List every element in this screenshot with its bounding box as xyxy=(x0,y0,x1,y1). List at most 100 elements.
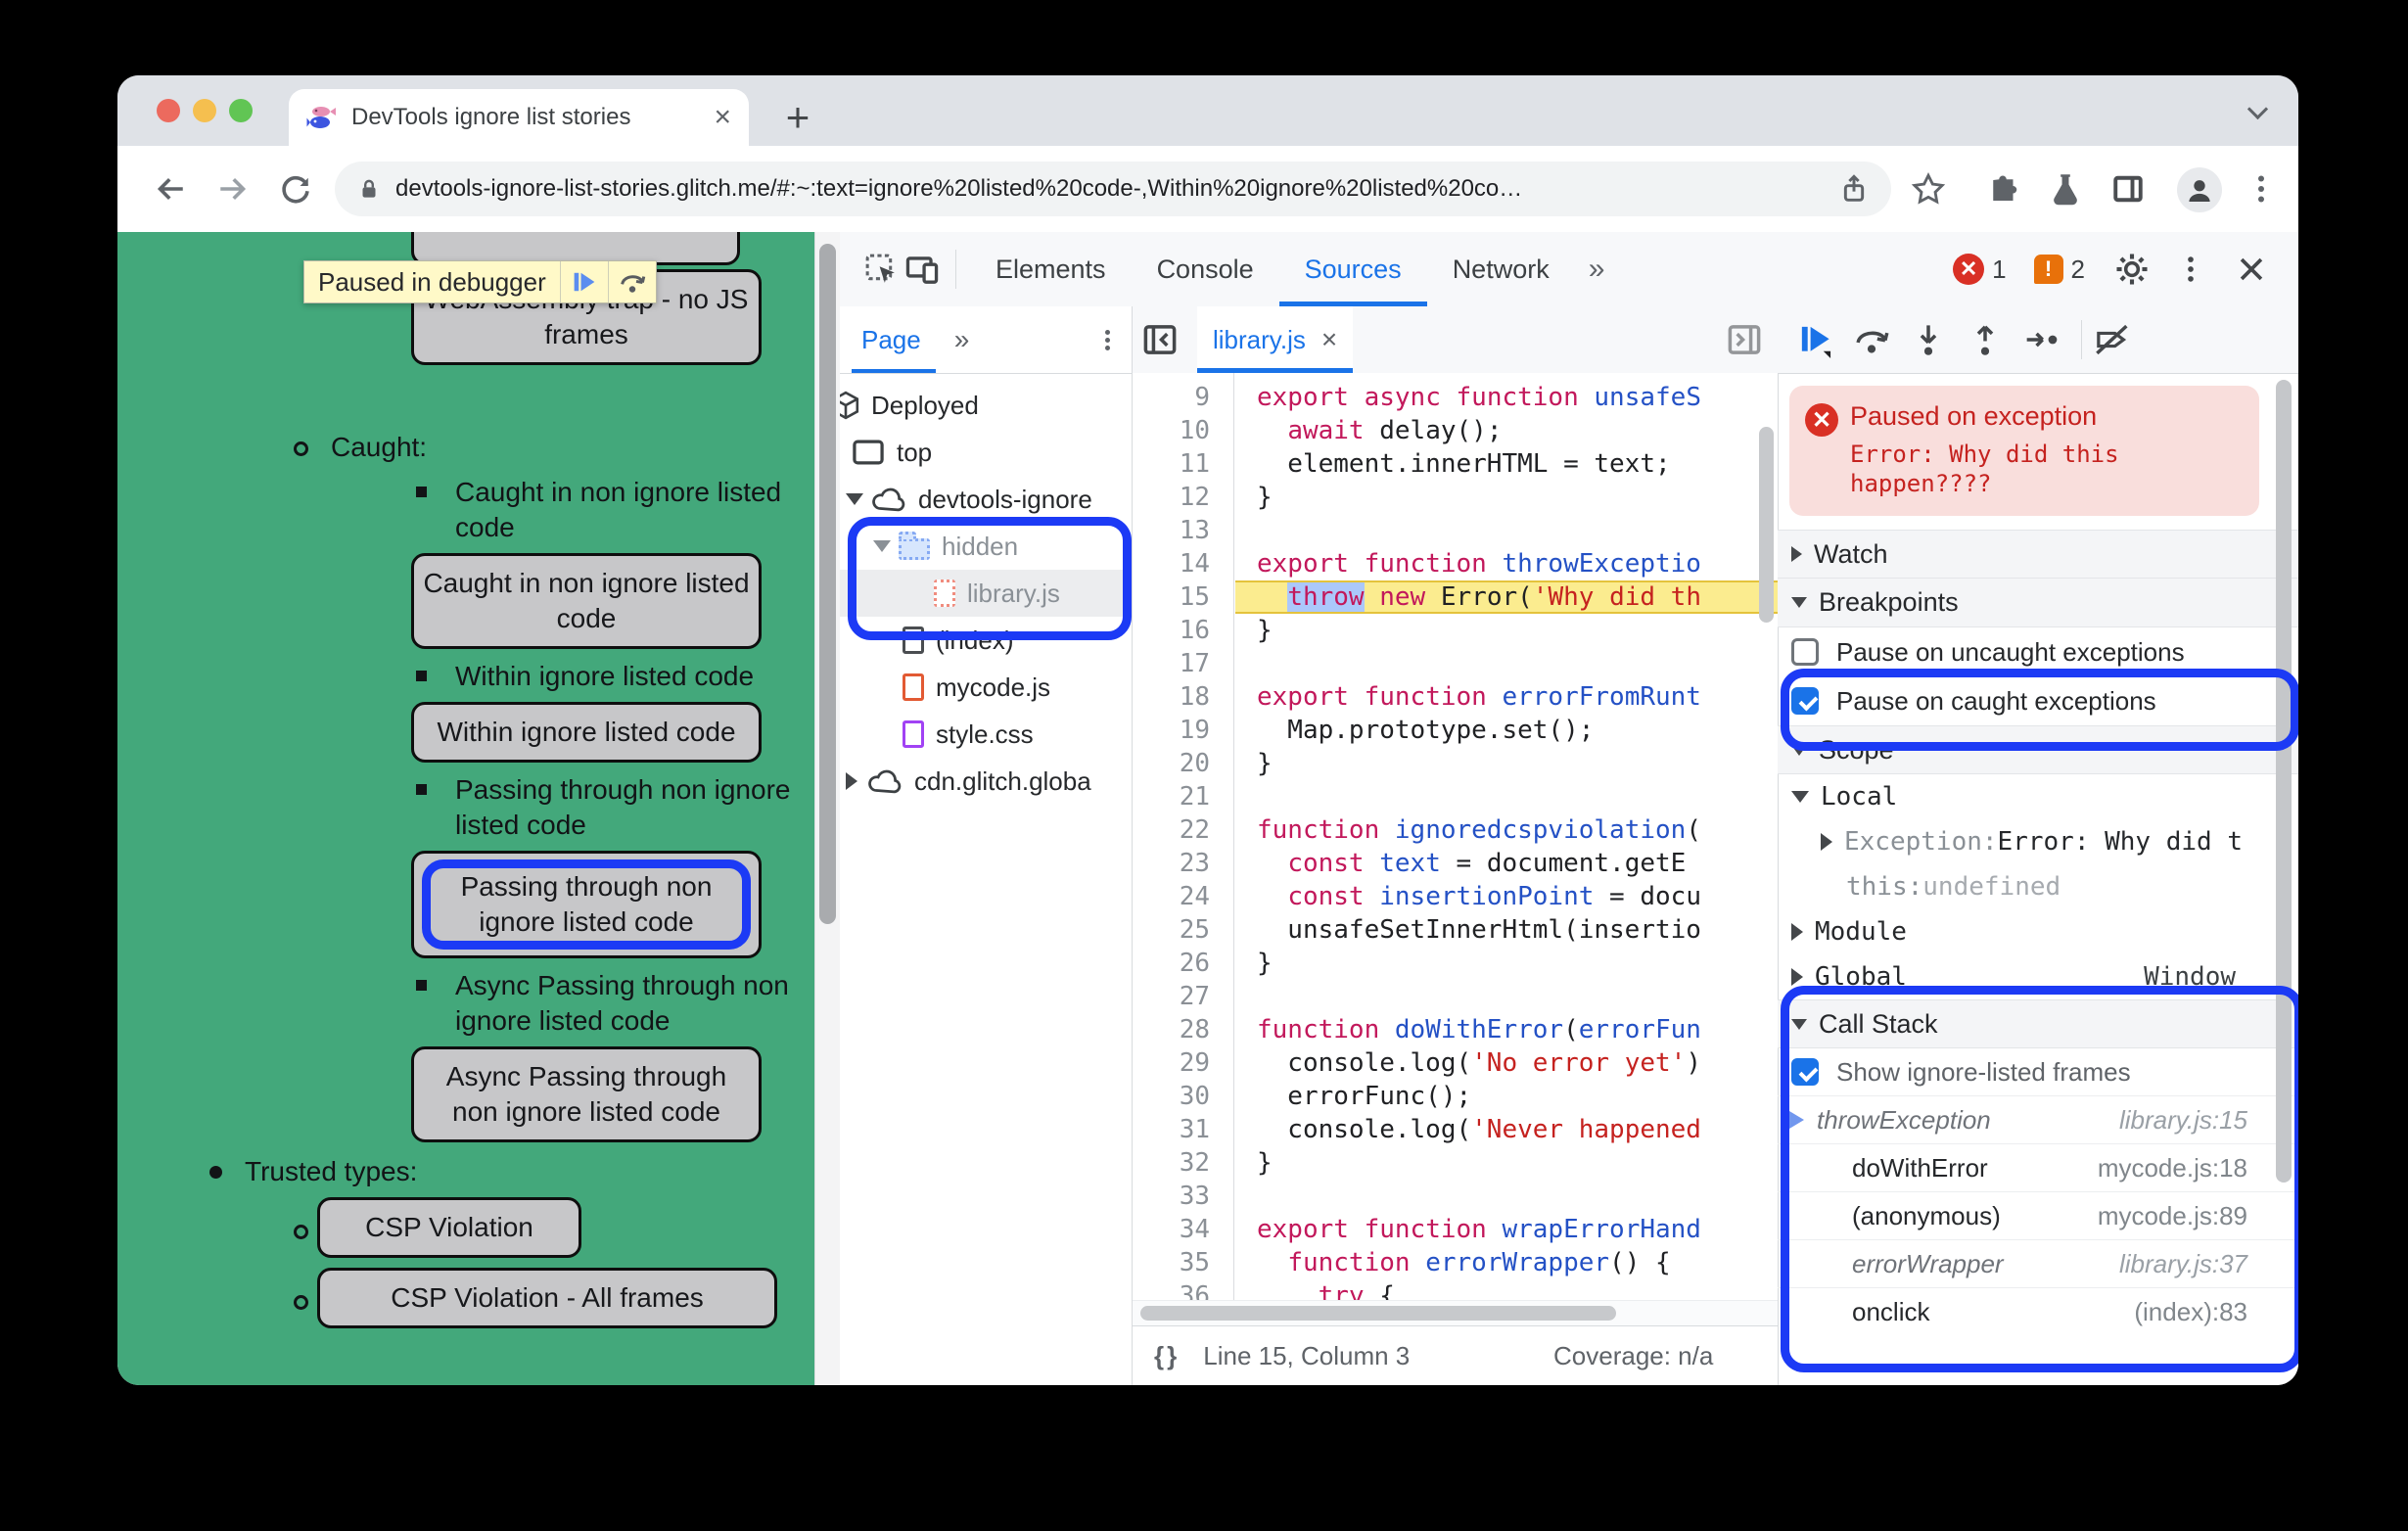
breakpoint-row[interactable]: Pause on caught exceptions xyxy=(1778,676,2298,725)
scope-row[interactable]: Module xyxy=(1778,909,2298,954)
call-stack-frame[interactable]: (anonymous) mycode.js:89 xyxy=(1778,1191,2298,1239)
navigator-menu-dots-icon[interactable] xyxy=(1105,330,1110,335)
back-icon[interactable] xyxy=(153,171,188,207)
zoom-window-icon[interactable] xyxy=(229,99,253,122)
page-scrollbar[interactable] xyxy=(814,232,841,1385)
file-tree-item[interactable]: Deployed xyxy=(840,382,1132,429)
file-tree-item[interactable]: hidden xyxy=(840,523,1132,570)
tab-close-icon[interactable]: × xyxy=(714,103,731,132)
resume-script-icon[interactable] xyxy=(1795,320,1834,359)
scope-row[interactable]: Exception: Error: Why did t xyxy=(1778,819,2298,864)
code-line[interactable]: console.log('Never happened xyxy=(1235,1113,1778,1146)
tree-expand-arrow-icon[interactable] xyxy=(846,493,863,505)
code-line[interactable]: function ignoredcspviolation( xyxy=(1235,813,1778,847)
scope-row[interactable]: Local xyxy=(1778,774,2298,819)
side-panel-icon[interactable] xyxy=(2110,171,2146,207)
scope-expand-arrow-icon[interactable] xyxy=(1791,923,1803,941)
browser-tab[interactable]: DevTools ignore list stories × xyxy=(289,89,749,146)
code-line[interactable]: errorFunc(); xyxy=(1235,1080,1778,1113)
collapse-left-panel-icon[interactable] xyxy=(1140,320,1180,359)
page-button[interactable]: CSP Violation xyxy=(317,1197,581,1258)
navigator-tab-page[interactable]: Page xyxy=(861,325,921,355)
code-line[interactable]: } xyxy=(1235,481,1778,514)
code-line[interactable]: element.innerHTML = text; xyxy=(1235,447,1778,481)
pretty-print-icon[interactable]: {} xyxy=(1154,1341,1180,1371)
editor-horizontal-scrollbar[interactable] xyxy=(1133,1300,1778,1326)
step-into-icon[interactable] xyxy=(1909,320,1948,359)
code-line[interactable]: console.log('No error yet') xyxy=(1235,1046,1778,1080)
scope-expand-arrow-icon[interactable] xyxy=(1821,833,1832,851)
editor-vertical-scrollbar-thumb[interactable] xyxy=(1759,427,1774,623)
code-line[interactable]: } xyxy=(1235,747,1778,780)
call-stack-frame[interactable]: onclick (index):83 xyxy=(1778,1287,2298,1335)
scope-row[interactable]: Global Window xyxy=(1778,954,2298,999)
code-line[interactable]: export async function unsafeS xyxy=(1235,381,1778,414)
bookmark-star-icon[interactable] xyxy=(1911,171,1946,207)
step-over-icon[interactable] xyxy=(607,261,656,302)
call-stack-frame[interactable]: doWithError mycode.js:18 xyxy=(1778,1143,2298,1191)
extensions-puzzle-icon[interactable] xyxy=(1985,171,2020,207)
devtools-tab-network[interactable]: Network xyxy=(1427,232,1575,306)
scope-section-header[interactable]: Scope xyxy=(1778,725,2298,774)
code-line[interactable] xyxy=(1235,647,1778,680)
paused-line[interactable]: throw new Error('Why did th xyxy=(1235,580,1778,614)
new-tab-button[interactable]: + xyxy=(771,91,824,144)
devtools-close-icon[interactable] xyxy=(2232,250,2271,289)
breakpoint-row[interactable]: Pause on uncaught exceptions xyxy=(1778,627,2298,676)
show-ignore-listed-checkbox[interactable] xyxy=(1791,1058,1819,1086)
page-button[interactable]: Passing through non ignore listed code xyxy=(411,851,762,958)
devtools-tab-console[interactable]: Console xyxy=(1132,232,1279,306)
more-tabs-icon[interactable]: » xyxy=(1575,253,1619,286)
devtools-tab-elements[interactable]: Elements xyxy=(970,232,1132,306)
step-out-icon[interactable] xyxy=(1966,320,2005,359)
call-stack-section-header[interactable]: Call Stack xyxy=(1778,999,2298,1048)
code-line[interactable] xyxy=(1235,980,1778,1013)
code-line[interactable] xyxy=(1235,1180,1778,1213)
code-line[interactable]: try { xyxy=(1235,1279,1778,1301)
device-toolbar-icon[interactable] xyxy=(903,250,942,289)
issues-badge[interactable]: ! 2 xyxy=(2033,255,2085,285)
settings-gear-icon[interactable] xyxy=(2112,250,2152,289)
close-window-icon[interactable] xyxy=(157,99,180,122)
reload-icon[interactable] xyxy=(278,171,313,207)
url-bar[interactable]: devtools-ignore-list-stories.glitch.me/#… xyxy=(335,162,1891,216)
code-line[interactable]: export function errorFromRunt xyxy=(1235,680,1778,714)
code-line[interactable] xyxy=(1235,514,1778,547)
file-tree-item[interactable]: style.css xyxy=(840,711,1132,758)
code-line[interactable]: function doWithError(errorFun xyxy=(1235,1013,1778,1046)
checkbox-checked-icon[interactable] xyxy=(1791,687,1819,715)
code-line[interactable]: } xyxy=(1235,614,1778,647)
tree-expand-arrow-icon[interactable] xyxy=(873,540,891,552)
file-tree-item[interactable]: top xyxy=(840,429,1132,476)
call-stack-frame[interactable]: errorWrapper library.js:37 xyxy=(1778,1239,2298,1287)
code-editor[interactable]: 9 10 11 12 13 14 15 16 17 18 19 20 21 22 23 24 25 26 27 28 2… xyxy=(1133,373,1778,1301)
deactivate-breakpoints-icon[interactable] xyxy=(2092,320,2131,359)
flask-beaker-icon[interactable] xyxy=(2048,171,2083,207)
page-button[interactable]: Within ignore listed code xyxy=(411,702,762,763)
show-ignore-listed-frames-row[interactable]: Show ignore-listed frames xyxy=(1778,1048,2298,1095)
watch-section-header[interactable]: Watch xyxy=(1778,530,2298,579)
file-tree-item[interactable]: cdn.glitch.globa xyxy=(840,758,1132,805)
call-stack-frame[interactable]: throwException library.js:15 xyxy=(1778,1095,2298,1143)
console-errors-badge[interactable]: ✕ 1 xyxy=(1953,254,2007,285)
scope-expand-arrow-icon[interactable] xyxy=(1791,968,1803,986)
file-tree-item[interactable]: (index) xyxy=(840,617,1132,664)
code-line[interactable]: export function wrapErrorHand xyxy=(1235,1213,1778,1246)
code-line[interactable]: Map.prototype.set(); xyxy=(1235,714,1778,747)
share-icon[interactable] xyxy=(1838,173,1870,205)
devtools-tab-sources[interactable]: Sources xyxy=(1279,232,1427,306)
page-button[interactable]: Caught in non ignore listed code xyxy=(411,553,762,649)
sidebar-scrollbar-thumb[interactable] xyxy=(2276,380,2292,1183)
page-button[interactable]: CSP Violation - All frames xyxy=(317,1268,777,1328)
page-button[interactable]: Async Passing through non ignore listed … xyxy=(411,1046,762,1142)
scope-expand-arrow-icon[interactable] xyxy=(1791,791,1809,803)
breakpoints-section-header[interactable]: Breakpoints xyxy=(1778,579,2298,627)
navigator-more-tabs-icon[interactable]: » xyxy=(954,324,970,355)
code-line[interactable]: } xyxy=(1235,947,1778,980)
checkbox-icon[interactable] xyxy=(1791,638,1819,666)
code-line[interactable]: const insertionPoint = docu xyxy=(1235,880,1778,913)
minimize-window-icon[interactable] xyxy=(193,99,216,122)
tree-expand-arrow-icon[interactable] xyxy=(846,772,857,790)
code-line[interactable]: function errorWrapper() { xyxy=(1235,1246,1778,1279)
inspect-element-icon[interactable] xyxy=(861,250,901,289)
